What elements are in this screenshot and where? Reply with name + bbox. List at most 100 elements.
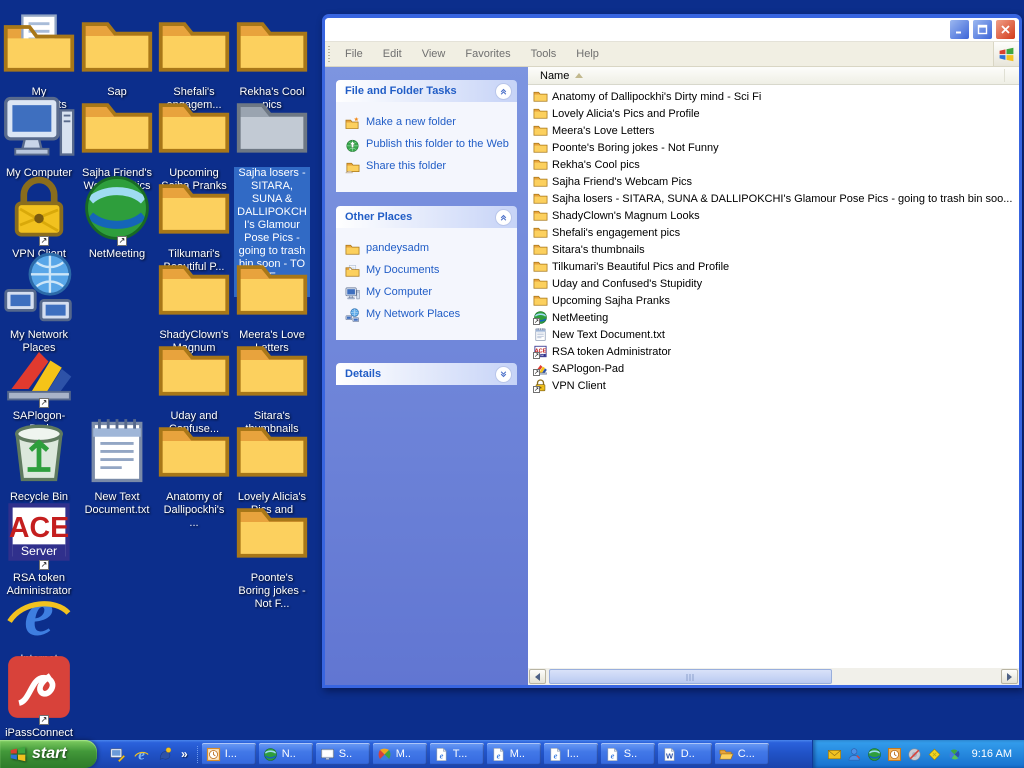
file-row-rsa-token-administrator[interactable]: ACEServer↗RSA token Administrator [528, 343, 1019, 360]
desktop-icon-recycle-bin[interactable]: Recycle Bin [1, 413, 77, 504]
desktop-icon-vpn-client[interactable]: ↗VPN Client [1, 170, 77, 261]
file-name: NetMeeting [552, 312, 608, 324]
shortcut-arrow-icon: ↗ [533, 318, 540, 325]
tray-pinwheel-icon[interactable] [947, 747, 962, 762]
tray-user-icon[interactable] [847, 747, 862, 762]
task-link-share-this-folder[interactable]: Share this folder [345, 160, 513, 175]
menu-tools[interactable]: Tools [521, 44, 567, 64]
quick-launch-internet-explorer[interactable]: e [133, 746, 150, 763]
scrollbar-thumb[interactable] [549, 669, 832, 684]
file-row-netmeeting[interactable]: ↗ NetMeeting [528, 309, 1019, 326]
menu-edit[interactable]: Edit [373, 44, 412, 64]
file-row-sitara-s-thumbnails[interactable]: Sitara's thumbnails [528, 241, 1019, 258]
expand-button[interactable] [495, 366, 512, 383]
minimize-button[interactable] [949, 19, 970, 40]
taskbar-button-4[interactable]: M.. [373, 743, 427, 765]
publish-web-icon [345, 138, 360, 153]
file-name: Upcoming Sajha Pranks [552, 295, 670, 307]
taskbar-button-1[interactable]: I... [202, 743, 256, 765]
task-link-pandeysadm[interactable]: pandeysadm [345, 242, 513, 257]
menu-help[interactable]: Help [566, 44, 609, 64]
file-row-upcoming-sajha-pranks[interactable]: Upcoming Sajha Pranks [528, 292, 1019, 309]
folder-icon [533, 242, 548, 257]
file-row-rekha-s-cool-pics[interactable]: Rekha's Cool pics [528, 156, 1019, 173]
file-row-tilkumari-s-beautiful-pics-and-profile[interactable]: Tilkumari's Beautiful Pics and Profile [528, 258, 1019, 275]
taskbar-button-10[interactable]: C... [715, 743, 769, 765]
file-row-saplogon-pad[interactable]: ↗SAPlogon-Pad [528, 360, 1019, 377]
menu-file[interactable]: File [335, 44, 373, 64]
scrollbar-track[interactable] [547, 669, 1000, 684]
collapse-button[interactable] [495, 83, 512, 100]
column-header-name[interactable]: Name [528, 67, 1019, 85]
taskbar-button-7[interactable]: eI... [544, 743, 598, 765]
quick-launch-messenger[interactable] [157, 746, 174, 763]
file-name: Tilkumari's Beautiful Pics and Profile [552, 261, 729, 273]
task-link-my-documents[interactable]: My Documents [345, 264, 513, 279]
task-link-publish-this-folder-to-the-web[interactable]: Publish this folder to the Web [345, 138, 513, 153]
taskbar-button-8[interactable]: eS.. [601, 743, 655, 765]
tray-tray-clock-icon[interactable] [887, 747, 902, 762]
desktop-icon-new-text-document-txt[interactable]: New Text Document.txt [79, 413, 155, 517]
task-link-my-network-places[interactable]: My Network Places [345, 308, 513, 323]
menu-view[interactable]: View [412, 44, 456, 64]
toolbar-grip-icon[interactable] [327, 46, 332, 63]
file-row-sajha-losers-sitara-suna-dallipokchi-s-gla[interactable]: Sajha losers - SITARA, SUNA & DALLIPOKCH… [528, 190, 1019, 207]
shortcut-arrow-icon: ↗ [117, 236, 127, 246]
taskbar-button-6[interactable]: eM.. [487, 743, 541, 765]
scroll-left-button[interactable] [529, 669, 546, 684]
file-row-anatomy-of-dallipockhi-s-dirty-mind-sci-fi[interactable]: Anatomy of Dallipockhi's Dirty mind - Sc… [528, 88, 1019, 105]
desktop-icon-netmeeting[interactable]: ↗NetMeeting [79, 170, 155, 261]
section-header-file-and-folder-tasks[interactable]: File and Folder Tasks [336, 80, 517, 102]
start-button[interactable]: start [0, 740, 97, 768]
folder-icon [533, 157, 548, 172]
quick-launch-overflow-chevron[interactable]: » [181, 747, 188, 761]
maximize-button[interactable] [972, 19, 993, 40]
file-row-meera-s-love-letters[interactable]: Meera's Love Letters [528, 122, 1019, 139]
section-header-details[interactable]: Details [336, 363, 517, 385]
file-row-sajha-friend-s-webcam-pics[interactable]: Sajha Friend's Webcam Pics [528, 173, 1019, 190]
collapse-button[interactable] [495, 209, 512, 226]
desktop-icon-my-computer[interactable]: My Computer [1, 89, 77, 180]
section-header-other-places[interactable]: Other Places [336, 206, 517, 228]
tray-muted-icon[interactable] [907, 747, 922, 762]
folder-icon [533, 89, 548, 104]
file-row-poonte-s-boring-jokes-not-funny[interactable]: Poonte's Boring jokes - Not Funny [528, 139, 1019, 156]
file-row-uday-and-confused-s-stupidity[interactable]: Uday and Confused's Stupidity [528, 275, 1019, 292]
file-row-vpn-client[interactable]: ↗VPN Client [528, 377, 1019, 394]
task-link-make-a-new-folder[interactable]: Make a new folder [345, 116, 513, 131]
folder-icon [234, 8, 310, 84]
file-row-shefali-s-engagement-pics[interactable]: Shefali's engagement pics [528, 224, 1019, 241]
desktop-icon-anatomy-of-dallipockhi-s[interactable]: Anatomy of Dallipockhi's ... [156, 413, 232, 530]
sort-ascending-icon [575, 73, 583, 78]
desktop-icon-poonte-s-boring-jokes-not-f[interactable]: Poonte's Boring jokes - Not F... [234, 494, 310, 611]
tray-ipass-diamond-icon[interactable] [927, 747, 942, 762]
taskbar-button-9[interactable]: WD.. [658, 743, 712, 765]
file-row-lovely-alicia-s-pics-and-profile[interactable]: Lovely Alicia's Pics and Profile [528, 105, 1019, 122]
title-bar[interactable] [325, 18, 1019, 42]
scroll-right-button[interactable] [1001, 669, 1018, 684]
menu-favorites[interactable]: Favorites [455, 44, 520, 64]
svg-text:ACE: ACE [9, 512, 69, 544]
desktop-icon-ipassconnect[interactable]: ↗iPassConnect [1, 649, 77, 740]
horizontal-scrollbar [528, 668, 1019, 685]
taskbar-button-3[interactable]: S.. [316, 743, 370, 765]
file-row-shadyclown-s-magnum-looks[interactable]: ShadyClown's Magnum Looks [528, 207, 1019, 224]
tray-mail-icon[interactable] [827, 747, 842, 762]
text-doc-icon [533, 327, 548, 342]
netmeeting-icon: ↗ [79, 170, 155, 246]
clock[interactable]: 9:16 AM [972, 748, 1012, 760]
task-link-label: Make a new folder [366, 116, 456, 129]
svg-text:e: e [553, 750, 557, 760]
ie-doc-icon: e [434, 747, 449, 762]
taskbar-button-2[interactable]: N.. [259, 743, 313, 765]
taskbar-button-5[interactable]: eT... [430, 743, 484, 765]
quick-launch-show-desktop[interactable] [109, 746, 126, 763]
file-row-new-text-document-txt[interactable]: New Text Document.txt [528, 326, 1019, 343]
tray-netmeeting-icon[interactable] [867, 747, 882, 762]
svg-text:e: e [24, 577, 54, 650]
explorer-window: FileEditViewFavoritesToolsHelp File and … [322, 14, 1022, 688]
close-button[interactable] [995, 19, 1016, 40]
task-link-my-computer[interactable]: My Computer [345, 286, 513, 301]
desktop-icon-sap[interactable]: Sap [79, 8, 155, 99]
shortcut-arrow-icon: ↗ [533, 369, 540, 376]
